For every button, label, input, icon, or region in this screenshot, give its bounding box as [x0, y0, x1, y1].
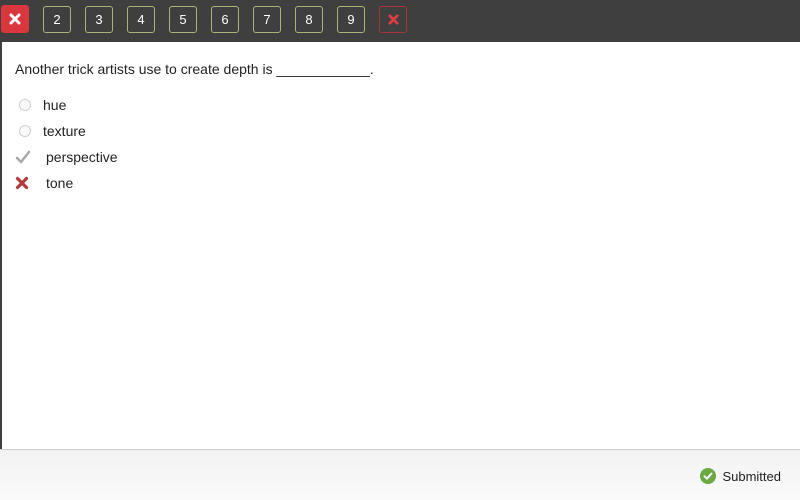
x-icon: [15, 176, 29, 190]
nav-question-10-button[interactable]: [379, 6, 407, 33]
nav-question-5-button[interactable]: 5: [169, 6, 197, 33]
option-label: texture: [43, 123, 86, 139]
radio-icon[interactable]: [19, 99, 31, 111]
close-icon: [9, 13, 21, 25]
option-texture[interactable]: texture: [15, 122, 315, 140]
submission-status: Submitted: [700, 468, 781, 484]
nav-question-8-button[interactable]: 8: [295, 6, 323, 33]
nav-question-1-button[interactable]: [1, 5, 29, 33]
nav-question-4-button[interactable]: 4: [127, 6, 155, 33]
nav-question-6-button[interactable]: 6: [211, 6, 239, 33]
status-text: Submitted: [722, 468, 781, 484]
question-navigation-bar: 2 3 4 5 6 7 8 9: [0, 0, 800, 42]
option-label: hue: [43, 97, 67, 113]
radio-icon[interactable]: [19, 125, 31, 137]
footer-bar: Submitted: [0, 449, 800, 500]
option-hue[interactable]: hue: [15, 96, 315, 114]
check-circle-icon: [700, 468, 717, 484]
close-icon: [387, 14, 399, 25]
option-label: perspective: [46, 149, 118, 165]
nav-question-2-button[interactable]: 2: [43, 6, 71, 33]
question-panel: Another trick artists use to create dept…: [15, 60, 800, 191]
option-label: tone: [46, 175, 74, 191]
checkmark-icon: [15, 150, 31, 164]
option-tone[interactable]: tone: [15, 174, 315, 192]
content-left-border: [0, 42, 2, 450]
nav-question-9-button[interactable]: 9: [337, 6, 365, 33]
question-text: Another trick artists use to create dept…: [15, 61, 374, 77]
nav-question-7-button[interactable]: 7: [253, 6, 281, 33]
option-perspective[interactable]: perspective: [15, 148, 315, 166]
nav-question-3-button[interactable]: 3: [85, 6, 113, 33]
